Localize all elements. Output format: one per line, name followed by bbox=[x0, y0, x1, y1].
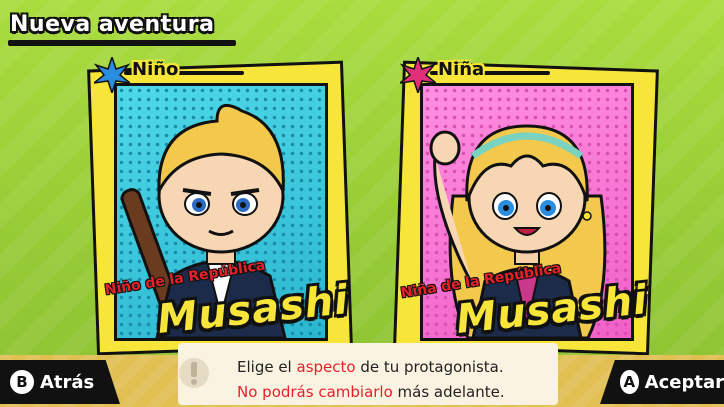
b-button-icon: B bbox=[10, 370, 34, 394]
page-header: Nueva aventura bbox=[0, 0, 260, 48]
back-button-label: Atrás bbox=[40, 371, 95, 393]
accept-button-label: Aceptar bbox=[644, 371, 724, 393]
message-line-1: Elige el aspecto de tu protagonista. bbox=[237, 358, 504, 376]
character-card-boy[interactable]: Niño Niño de la República Musashi bbox=[87, 57, 353, 356]
title-underline bbox=[8, 40, 236, 46]
exclamation-icon bbox=[179, 358, 209, 388]
message-highlight: aspecto bbox=[296, 358, 356, 376]
message-line-2: No podrás cambiarlo más adelante. bbox=[237, 383, 505, 401]
message-text: Elige el bbox=[237, 358, 297, 376]
character-card-girl[interactable]: Niña Niña de la República Musashi bbox=[393, 57, 659, 356]
message-text: más adelante. bbox=[392, 383, 505, 401]
gender-tag: Niña bbox=[400, 57, 550, 93]
gender-tag: Niño bbox=[94, 57, 244, 93]
gender-label: Niño bbox=[132, 59, 179, 80]
back-button[interactable]: B Atrás bbox=[0, 360, 120, 404]
page-title: Nueva aventura bbox=[10, 12, 215, 37]
message-highlight: No podrás cambiarlo bbox=[237, 383, 393, 401]
accept-button[interactable]: A Aceptar bbox=[600, 360, 724, 404]
a-button-icon: A bbox=[620, 370, 639, 394]
gender-label: Niña bbox=[438, 59, 485, 80]
message-text: de tu protagonista. bbox=[355, 358, 504, 376]
burst-icon bbox=[94, 57, 130, 93]
burst-icon bbox=[400, 57, 436, 93]
